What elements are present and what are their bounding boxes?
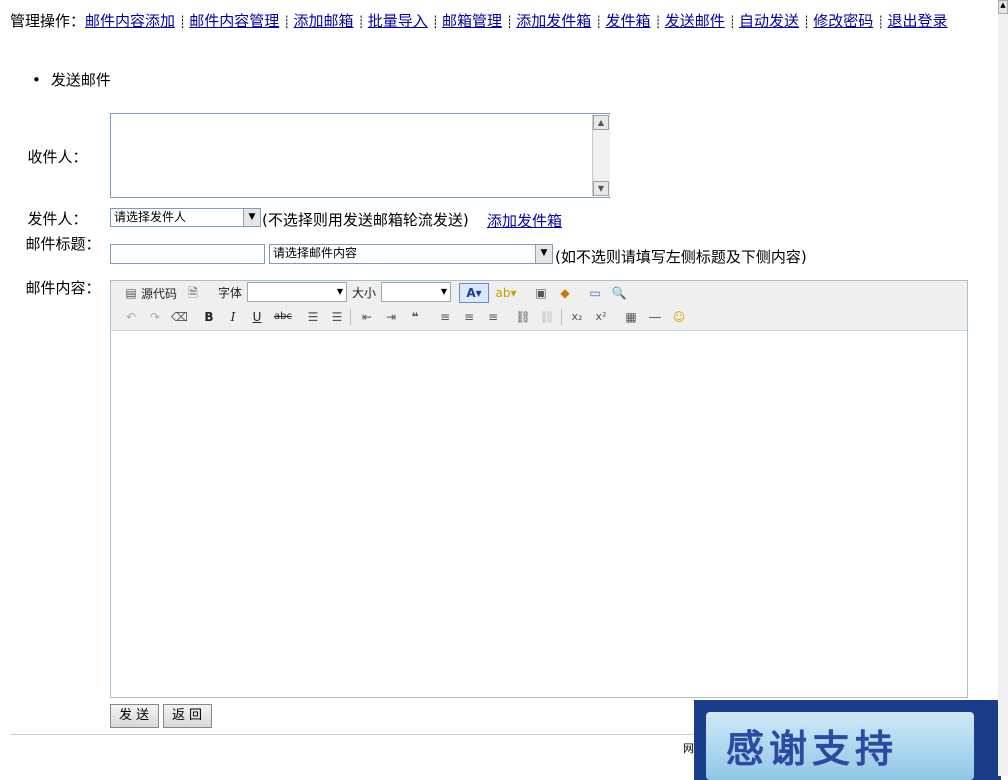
source-button[interactable]: 源代码 <box>141 285 177 302</box>
maximize-icon[interactable]: ▭ <box>587 285 603 301</box>
sender-select-value: 请选择发件人 <box>114 210 187 224</box>
chevron-down-icon: ▼ <box>535 245 552 263</box>
align-right-icon[interactable]: ≡ <box>485 309 501 325</box>
scroll-up-icon[interactable]: ▲ <box>998 0 1008 14</box>
editor-content-area[interactable] <box>111 331 967 697</box>
scroll-up-icon[interactable]: ▲ <box>593 115 609 130</box>
chevron-down-icon: ▼ <box>440 287 448 296</box>
nav-link-change-password[interactable]: 修改密码 <box>813 12 873 30</box>
size-label: 大小 <box>352 286 377 300</box>
admin-nav: 管理操作：邮件内容添加 ┊ 邮件内容管理 ┊ 添加邮箱 ┊ 批量导入 ┊ 邮箱管理 ┊ 添加发件箱 ┊… <box>10 12 948 30</box>
rich-text-editor: ▤ 源代码 🗎 字体 ▼ 大小 ▼ A▾ ab▾ ▣ ◆ ▭ 🔍 ↶ ↷ ⌫ B… <box>110 280 968 698</box>
nav-link-auto-send[interactable]: 自动发送 <box>739 12 799 30</box>
subject-label: 邮件标题： <box>25 235 101 253</box>
redo-icon[interactable]: ↷ <box>147 309 163 325</box>
size-select[interactable]: ▼ <box>381 282 451 302</box>
align-center-icon[interactable]: ≡ <box>461 309 477 325</box>
page-scrollbar[interactable]: ▲ <box>998 0 1008 776</box>
indent-icon[interactable]: ⇥ <box>383 309 399 325</box>
underline-icon[interactable]: U <box>249 309 265 325</box>
sender-select[interactable]: 请选择发件人 ▼ <box>110 208 261 227</box>
flash-icon[interactable]: ◆ <box>557 285 573 301</box>
nav-link-add-content[interactable]: 邮件内容添加 <box>85 12 175 30</box>
preview-icon[interactable]: 🔍 <box>611 285 627 301</box>
content-select-value: 请选择邮件内容 <box>273 246 358 260</box>
eraser-icon[interactable]: ⌫ <box>171 309 188 325</box>
table-icon[interactable]: ▦ <box>623 309 639 325</box>
horizontal-rule-icon[interactable]: ― <box>647 309 663 325</box>
nav-link-add-sender[interactable]: 添加发件箱 <box>516 12 591 30</box>
strikethrough-icon[interactable]: abc <box>273 309 293 325</box>
blockquote-icon[interactable]: ❝ <box>407 309 423 325</box>
font-select[interactable]: ▼ <box>247 282 347 302</box>
text-color-icon[interactable]: A▾ <box>459 283 489 303</box>
chevron-down-icon: ▼ <box>243 209 260 226</box>
bold-icon[interactable]: B <box>201 309 217 325</box>
thanks-banner: 感谢支持 <box>694 700 1001 780</box>
footer-text: 网 <box>683 742 694 755</box>
smiley-icon[interactable]: ☺ <box>671 309 687 325</box>
sender-label: 发件人： <box>27 210 88 228</box>
nav-prefix: 管理操作： <box>10 12 86 30</box>
ordered-list-icon[interactable]: ☰ <box>305 309 321 325</box>
align-left-icon[interactable]: ≡ <box>437 309 453 325</box>
nav-link-send-mail[interactable]: 发送邮件 <box>665 12 725 30</box>
source-icon: ▤ <box>125 286 137 300</box>
scroll-down-icon[interactable]: ▼ <box>593 181 609 196</box>
sender-hint: (不选择则用发送邮箱轮流发送) <box>262 211 469 229</box>
content-label: 邮件内容： <box>25 279 101 297</box>
superscript-icon[interactable]: x² <box>593 309 609 325</box>
subject-input[interactable] <box>110 244 265 264</box>
nav-link-logout[interactable]: 退出登录 <box>888 12 948 30</box>
nav-link-manage-content[interactable]: 邮件内容管理 <box>189 12 279 30</box>
image-icon[interactable]: ▣ <box>533 285 549 301</box>
banner-text: 感谢支持 <box>726 727 899 771</box>
unlink-icon[interactable]: ⛓ <box>539 309 555 325</box>
subscript-icon[interactable]: x₂ <box>569 309 585 325</box>
recipient-scrollbar[interactable]: ▲ ▼ <box>592 115 610 196</box>
back-button[interactable]: 返回 <box>163 704 212 728</box>
document-icon[interactable]: 🗎 <box>185 285 201 301</box>
content-template-select[interactable]: 请选择邮件内容 ▼ <box>269 244 553 264</box>
add-sender-link[interactable]: 添加发件箱 <box>487 210 562 231</box>
editor-toolbar: ▤ 源代码 🗎 字体 ▼ 大小 ▼ A▾ ab▾ ▣ ◆ ▭ 🔍 ↶ ↷ ⌫ B… <box>111 281 967 331</box>
chevron-down-icon: ▼ <box>336 287 344 296</box>
link-icon[interactable]: ⛓ <box>515 309 531 325</box>
nav-link-add-mailbox[interactable]: 添加邮箱 <box>294 12 354 30</box>
nav-link-batch-import[interactable]: 批量导入 <box>368 12 428 30</box>
undo-icon[interactable]: ↶ <box>123 309 139 325</box>
content-hint: (如不选则请填写左侧标题及下侧内容) <box>555 248 807 266</box>
italic-icon[interactable]: I <box>225 309 241 325</box>
outdent-icon[interactable]: ⇤ <box>359 309 375 325</box>
background-color-icon[interactable]: ab▾ <box>493 285 519 301</box>
send-button[interactable]: 发送 <box>110 704 159 728</box>
recipient-textarea[interactable] <box>110 113 610 198</box>
nav-link-sender-box[interactable]: 发件箱 <box>606 12 651 30</box>
section-title: 发送邮件 <box>32 69 111 90</box>
font-label: 字体 <box>218 286 243 300</box>
nav-link-manage-mailbox[interactable]: 邮箱管理 <box>442 12 502 30</box>
recipient-label: 收件人： <box>27 148 88 166</box>
unordered-list-icon[interactable]: ☰ <box>329 309 345 325</box>
